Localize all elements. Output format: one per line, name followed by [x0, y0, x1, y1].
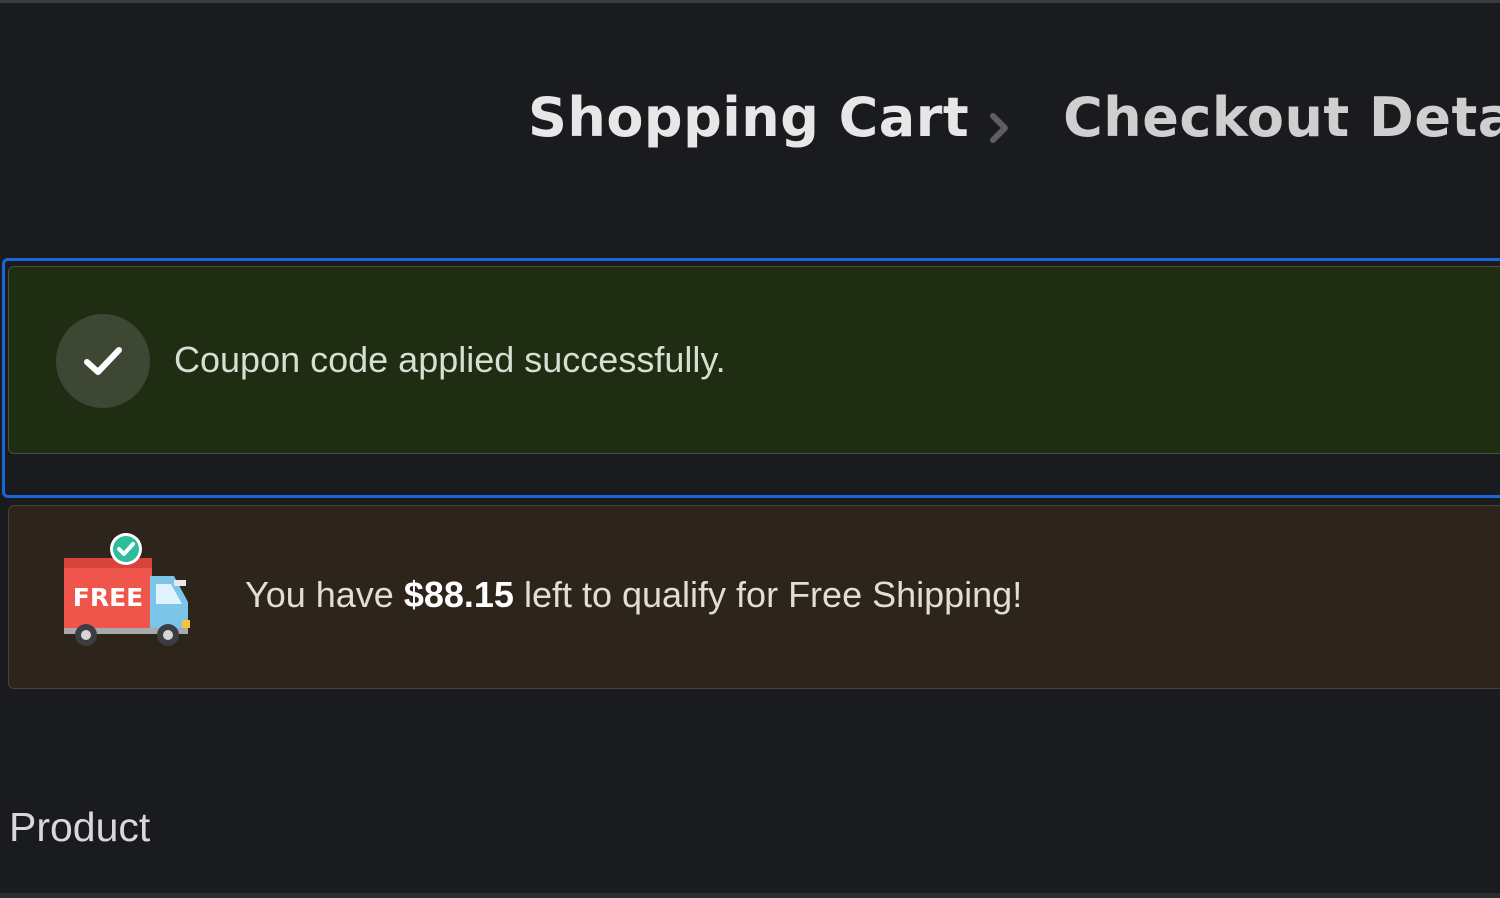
checkmark-icon: [56, 314, 150, 408]
free-shipping-suffix: left to qualify for Free Shipping!: [513, 574, 1023, 615]
chevron-right-icon: [989, 98, 1049, 143]
step-checkout-details[interactable]: Checkout Deta: [1063, 86, 1500, 149]
free-shipping-message: You have $88.15 left to qualify for Free…: [245, 574, 1022, 616]
remaining-amount: $88.15: [403, 574, 514, 615]
checkout-page: Shopping Cart Checkout Deta Coupon code …: [0, 0, 1500, 898]
coupon-success-message: Coupon code applied successfully.: [174, 339, 726, 380]
product-column-header: Product: [9, 804, 151, 850]
table-header-divider: [0, 893, 1500, 898]
truck-badge-text: FREE: [73, 583, 143, 612]
free-shipping-prefix: You have: [245, 574, 404, 615]
checkout-steps-breadcrumb: Shopping Cart Checkout Deta: [528, 86, 1500, 149]
top-border: [0, 0, 1500, 3]
step-shopping-cart[interactable]: Shopping Cart: [528, 86, 969, 149]
free-shipping-truck-icon: FREE: [62, 532, 192, 648]
